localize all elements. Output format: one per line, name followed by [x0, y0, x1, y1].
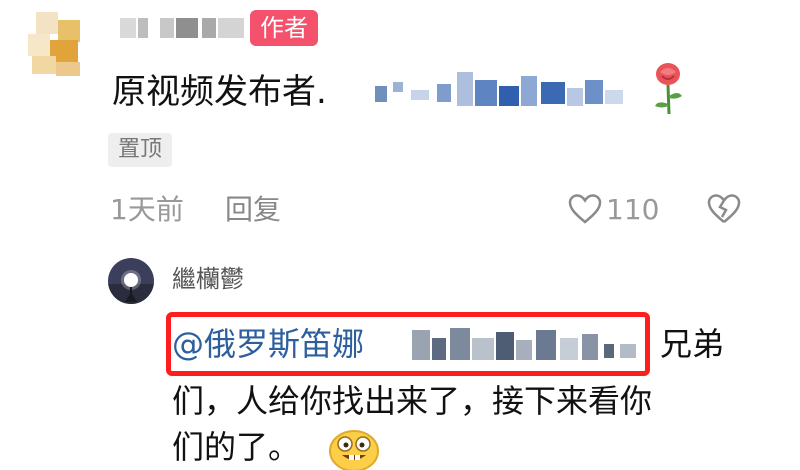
reply-avatar[interactable] [108, 258, 154, 304]
reply-button[interactable]: 回复 [225, 190, 281, 230]
pin-tag: 置顶 [108, 133, 173, 167]
reply-text-line3: 们的了。 [172, 428, 301, 466]
author-badge: 作者 [250, 10, 318, 46]
reply-text-line1: 兄弟 [660, 325, 725, 363]
heart-icon[interactable] [568, 193, 602, 225]
reply-username[interactable]: 繼欗鬱 [172, 262, 244, 296]
rose-icon [655, 63, 682, 115]
grin-emoji-icon [329, 430, 379, 470]
comment-time: 1天前 [110, 193, 184, 226]
reply-text-line2: 们，人给你找出来了，接下来看你 [172, 382, 653, 420]
comment-text: 原视频发布者. [112, 72, 327, 112]
mention-link[interactable]: @俄罗斯笛娜 [172, 322, 364, 366]
comment-text-blurred [375, 72, 640, 112]
avatar[interactable] [22, 10, 90, 78]
username-blurred[interactable] [118, 12, 248, 42]
like-count: 110 [606, 193, 660, 226]
broken-heart-icon[interactable] [706, 193, 742, 225]
mention-blurred [412, 324, 644, 366]
